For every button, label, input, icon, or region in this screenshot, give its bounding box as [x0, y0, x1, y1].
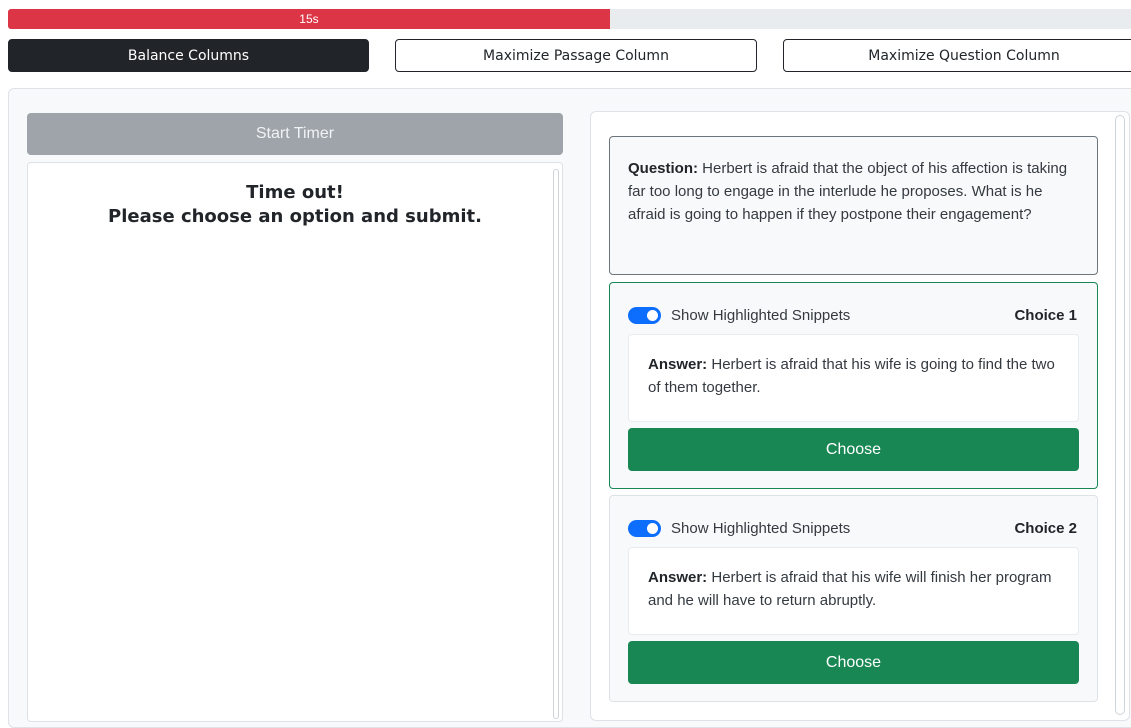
show-snippets-toggle[interactable]: [628, 519, 661, 537]
balance-columns-button[interactable]: Balance Columns: [8, 39, 369, 72]
passage-scrollbar[interactable]: [553, 169, 559, 719]
choose-button[interactable]: Choose: [628, 641, 1079, 684]
show-snippets-label[interactable]: Show Highlighted Snippets: [671, 307, 850, 324]
choice-card: Show Highlighted Snippets Choice 1 Answe…: [609, 282, 1098, 489]
maximize-question-column-button[interactable]: Maximize Question Column: [783, 39, 1131, 72]
timeout-title: Time out!: [246, 182, 344, 203]
timeout-message: Time out! Please choose an option and su…: [28, 181, 562, 229]
answer-text: Herbert is afraid that his wife is going…: [648, 356, 1055, 396]
question-scrollbar[interactable]: [1115, 115, 1125, 715]
passage-panel: Time out! Please choose an option and su…: [27, 162, 563, 722]
question-box: Question: Herbert is afraid that the obj…: [609, 136, 1098, 275]
timer-progress-bar: 15s: [8, 9, 1131, 29]
maximize-passage-column-button[interactable]: Maximize Passage Column: [395, 39, 757, 72]
answer-prefix: Answer:: [648, 569, 708, 586]
answer-box: Answer: Herbert is afraid that his wife …: [628, 334, 1079, 422]
answer-text: Herbert is afraid that his wife will fin…: [648, 569, 1052, 609]
choice-header: Show Highlighted Snippets Choice 2: [628, 517, 1077, 539]
choice-label: Choice 2: [1014, 519, 1077, 537]
choice-card: Show Highlighted Snippets Choice 2 Answe…: [609, 495, 1098, 702]
timer-progress-fill: 15s: [8, 9, 610, 29]
start-timer-button[interactable]: Start Timer: [27, 113, 563, 155]
choice-label: Choice 1: [1014, 306, 1077, 324]
choose-button[interactable]: Choose: [628, 428, 1079, 471]
question-prefix: Question:: [628, 160, 698, 177]
answer-prefix: Answer:: [648, 356, 708, 373]
choice-header: Show Highlighted Snippets Choice 1: [628, 304, 1077, 326]
show-snippets-toggle[interactable]: [628, 306, 661, 324]
timeout-instruction: Please choose an option and submit.: [108, 206, 482, 227]
show-snippets-label[interactable]: Show Highlighted Snippets: [671, 520, 850, 537]
answer-box: Answer: Herbert is afraid that his wife …: [628, 547, 1079, 635]
